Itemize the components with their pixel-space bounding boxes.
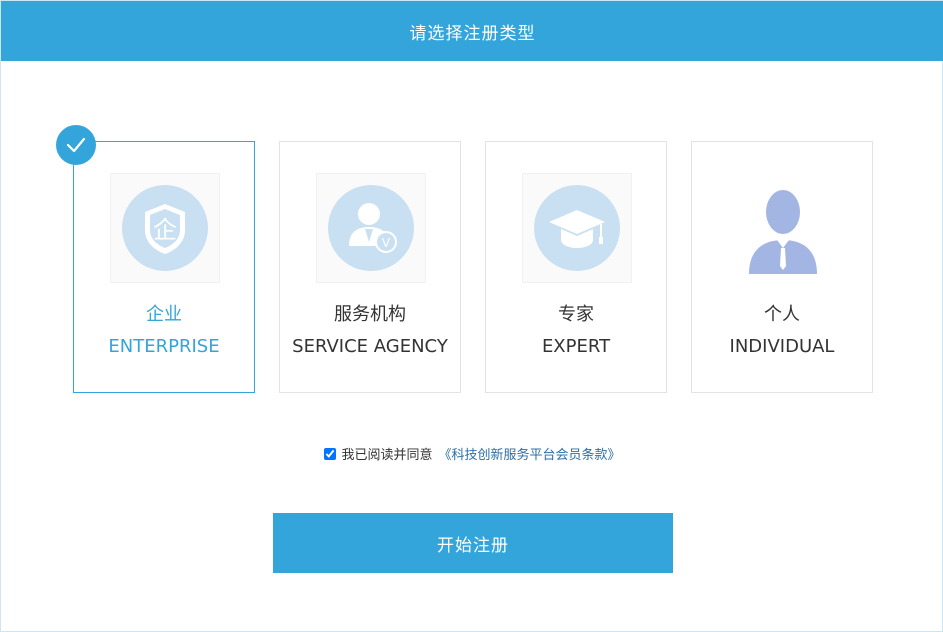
card-label-en: ENTERPRISE (108, 336, 220, 357)
card-label-cn: 企业 (146, 304, 182, 325)
enterprise-icon-box: 企 (110, 173, 220, 283)
selected-check-icon (56, 125, 96, 165)
card-label-cn: 服务机构 (334, 304, 406, 325)
expert-icon-box (522, 173, 632, 283)
agreement-text: 我已阅读并同意 (341, 448, 433, 463)
agreement-checkbox[interactable] (324, 447, 337, 460)
service-agency-icon-box: V (316, 173, 426, 283)
start-register-button[interactable]: 开始注册 (273, 513, 673, 573)
graduation-cap-icon (534, 185, 620, 271)
service-agency-icon: V (328, 185, 414, 271)
card-label-cn: 个人 (764, 304, 800, 325)
agreement-row: 我已阅读并同意 《科技创新服务平台会员条款》 (1, 444, 943, 463)
enterprise-shield-icon: 企 (122, 185, 208, 271)
card-service-agency[interactable]: V 服务机构 SERVICE AGENCY (279, 141, 461, 393)
person-icon (749, 190, 817, 274)
individual-icon-box (728, 173, 838, 283)
card-label-en: EXPERT (541, 336, 611, 357)
dialog-header: 请选择注册类型 (1, 1, 943, 61)
svg-text:企: 企 (153, 216, 177, 244)
terms-link[interactable]: 《科技创新服务平台会员条款》 (439, 444, 621, 463)
card-individual[interactable]: 个人 INDIVIDUAL (691, 141, 873, 393)
card-label-en: INDIVIDUAL (729, 336, 835, 357)
svg-text:V: V (382, 236, 391, 250)
dialog-title: 请选择注册类型 (409, 23, 536, 44)
card-label-en: SERVICE AGENCY (292, 336, 448, 357)
registration-type-dialog: 请选择注册类型 企 企业 ENTERPRISE V 服务机构 SERVICE A… (0, 0, 943, 632)
card-enterprise[interactable]: 企 企业 ENTERPRISE (73, 141, 255, 393)
card-label-cn: 专家 (558, 304, 594, 325)
card-expert[interactable]: 专家 EXPERT (485, 141, 667, 393)
